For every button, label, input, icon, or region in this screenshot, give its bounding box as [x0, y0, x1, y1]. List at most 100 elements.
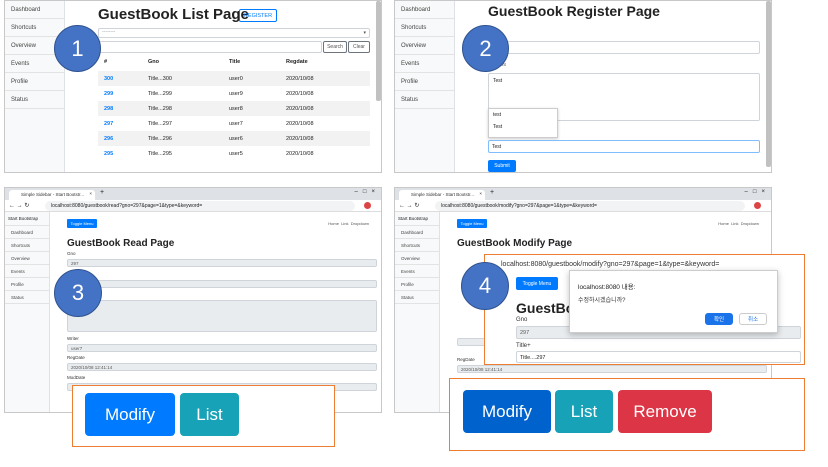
brand: Start Bootstrap: [5, 212, 49, 226]
sidebar: Dashboard Shortcuts Overview Events Prof…: [395, 1, 455, 172]
sidebar-item-status[interactable]: Status: [395, 91, 454, 109]
page-title: GuestBook Read Page: [67, 238, 175, 249]
browser-toolbar: ← → ↻ localhost:8080/guestbook/read?gno=…: [5, 200, 381, 212]
sidebar-item-profile[interactable]: Profile: [5, 278, 49, 291]
table-row[interactable]: 298 Title...298 user8 2020/10/08: [98, 101, 370, 116]
table-row[interactable]: 300 Title...300 user0 2020/10/08: [98, 71, 370, 86]
table-row[interactable]: 295 Title...295 user5 2020/10/08: [98, 146, 370, 161]
step-marker-1: 1: [54, 25, 101, 72]
toggle-menu-button[interactable]: Toggle Menu: [516, 277, 558, 290]
browser-tabbar: Simple Sidebar - Start Bootstr... × + – …: [395, 188, 771, 200]
table-row[interactable]: 297 Title...297 user7 2020/10/08: [98, 116, 370, 131]
browser-tab[interactable]: Simple Sidebar - Start Bootstr... ×: [399, 190, 485, 200]
title-input[interactable]: [488, 41, 760, 54]
title-input[interactable]: Title....297: [516, 351, 801, 363]
sidebar-item-events[interactable]: Events: [395, 55, 454, 73]
autocomplete-item[interactable]: test: [489, 109, 557, 121]
dialog-confirm-button[interactable]: 확인: [705, 313, 733, 325]
sidebar-item-events[interactable]: Events: [395, 265, 439, 278]
gno-field: 297: [67, 259, 377, 267]
table-row[interactable]: 296 Title...296 user6 2020/10/08: [98, 131, 370, 146]
title-label: Title+: [516, 343, 531, 349]
gno-label: Gno: [67, 251, 76, 256]
sidebar-item-dashboard[interactable]: Dashboard: [5, 226, 49, 239]
sidebar-item-shortcuts[interactable]: Shortcuts: [5, 19, 64, 37]
sidebar-item-status[interactable]: Status: [395, 291, 439, 304]
sidebar-item-profile[interactable]: Profile: [395, 278, 439, 291]
step-marker-4: 4: [461, 262, 509, 310]
list-button[interactable]: List: [555, 390, 613, 433]
toggle-menu-button[interactable]: Toggle Menu: [67, 219, 97, 228]
address-bar[interactable]: localhost:8080/guestbook/read?gno=297&pa…: [45, 201, 355, 211]
scrollbar[interactable]: [766, 1, 771, 167]
page-title: GuestBook Register Page: [488, 3, 660, 19]
title-field: [67, 280, 377, 288]
toggle-menu-button[interactable]: Toggle Menu: [457, 219, 487, 228]
clear-button[interactable]: Clear: [348, 41, 370, 53]
register-page-panel: Dashboard Shortcuts Overview Events Prof…: [394, 0, 772, 173]
scrollbar[interactable]: [376, 1, 381, 101]
sidebar-item-status[interactable]: Status: [5, 91, 64, 109]
nav-arrows-icon[interactable]: ← → ↻: [9, 202, 29, 209]
sidebar-item-shortcuts[interactable]: Shortcuts: [5, 239, 49, 252]
browser-tabbar: Simple Sidebar - Start Bootstr... × + – …: [5, 188, 381, 200]
browser-tab[interactable]: Simple Sidebar - Start Bootstr... ×: [9, 190, 95, 200]
confirm-dialog: localhost:8080 내용: 수정하시겠습니까? 확인 취소: [569, 270, 778, 333]
autocomplete-item[interactable]: Test: [489, 121, 557, 133]
register-button[interactable]: REGISTER: [239, 9, 277, 22]
content-field: [67, 300, 377, 332]
modify-button[interactable]: Modify: [463, 390, 551, 433]
browser-toolbar: ← → ↻ localhost:8080/guestbook/modify?gn…: [395, 200, 771, 212]
remove-button[interactable]: Remove: [618, 390, 712, 433]
dialog-message: 수정하시겠습니까?: [578, 298, 626, 304]
sidebar-item-profile[interactable]: Profile: [5, 73, 64, 91]
sidebar-item-profile[interactable]: Profile: [395, 73, 454, 91]
sidebar-item-shortcuts[interactable]: Shortcuts: [395, 239, 439, 252]
search-button[interactable]: Search: [323, 41, 347, 53]
new-tab-icon[interactable]: +: [490, 189, 494, 196]
modify-button[interactable]: Modify: [85, 393, 175, 436]
window-controls[interactable]: – □ ×: [745, 189, 765, 195]
gno-label: Gno: [516, 317, 528, 323]
zoom-url: localhost:8080/guestbook/modify?gno=297&…: [501, 261, 720, 268]
dialog-cancel-button[interactable]: 취소: [739, 313, 767, 325]
writer-field: user7: [67, 344, 377, 352]
keyword-input[interactable]: [98, 41, 322, 53]
dialog-origin: localhost:8080 내용:: [578, 284, 636, 291]
window-controls[interactable]: – □ ×: [355, 189, 375, 195]
zoom-buttons-modify: Modify List Remove: [449, 378, 805, 451]
table-body: 300 Title...300 user0 2020/10/08 299 Tit…: [98, 71, 370, 161]
writer-input[interactable]: Test: [488, 140, 760, 153]
sidebar: Start Bootstrap Dashboard Shortcuts Over…: [395, 212, 440, 412]
chevron-down-icon: ▾: [363, 30, 366, 36]
regdate-field: 2020/10/08 12:41:14: [457, 365, 767, 373]
regdate-label: RegDate: [67, 355, 85, 360]
sidebar-item-status[interactable]: Status: [5, 291, 49, 304]
submit-button[interactable]: Submit: [488, 160, 516, 172]
sidebar-item-events[interactable]: Events: [5, 265, 49, 278]
sidebar-item-shortcuts[interactable]: Shortcuts: [395, 19, 454, 37]
new-tab-icon[interactable]: +: [100, 189, 104, 196]
nav-arrows-icon[interactable]: ← → ↻: [399, 202, 419, 209]
type-select[interactable]: -------- ▾: [98, 28, 370, 38]
sidebar-item-dashboard[interactable]: Dashboard: [5, 1, 64, 19]
autocomplete-list: test Test: [488, 108, 558, 138]
sidebar-item-overview[interactable]: Overview: [395, 252, 439, 265]
sidebar-item-overview[interactable]: Overview: [5, 252, 49, 265]
profile-avatar[interactable]: [754, 202, 761, 209]
profile-avatar[interactable]: [364, 202, 371, 209]
zoom-title: GuestBo: [516, 300, 575, 316]
table-row[interactable]: 299 Title...299 user9 2020/10/08: [98, 86, 370, 101]
page-title: GuestBook Modify Page: [457, 238, 573, 249]
close-icon[interactable]: ×: [89, 191, 92, 196]
sidebar: Dashboard Shortcuts Overview Events Prof…: [5, 1, 65, 172]
sidebar-item-dashboard[interactable]: Dashboard: [395, 1, 454, 19]
writer-label: Writer: [67, 336, 79, 341]
sidebar-item-overview[interactable]: Overview: [395, 37, 454, 55]
sidebar-item-dashboard[interactable]: Dashboard: [395, 226, 439, 239]
list-button[interactable]: List: [180, 393, 239, 436]
zoom-callout: localhost:8080/guestbook/modify?gno=297&…: [484, 254, 805, 365]
top-nav: Home Link Dropdown: [718, 221, 759, 226]
close-icon[interactable]: ×: [479, 191, 482, 196]
address-bar[interactable]: localhost:8080/guestbook/modify?gno=297&…: [435, 201, 745, 211]
